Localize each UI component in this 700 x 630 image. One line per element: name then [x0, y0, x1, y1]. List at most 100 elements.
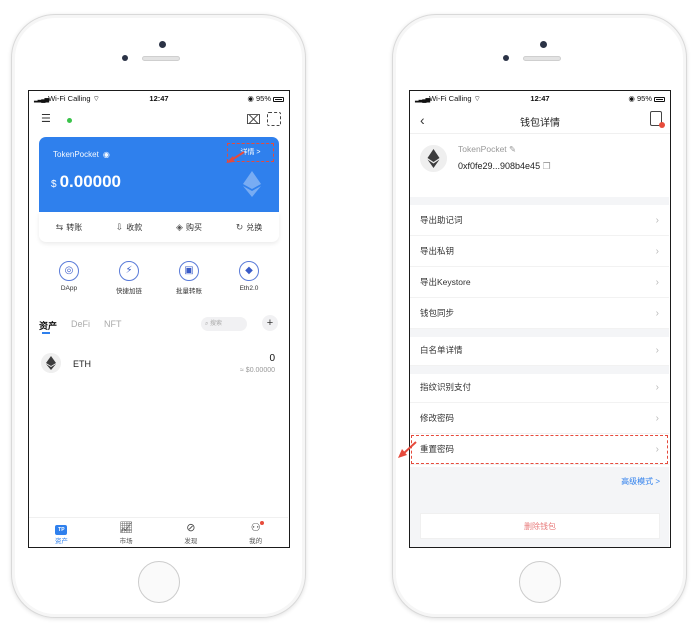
tab-nft[interactable]: NFT: [104, 319, 122, 329]
menu-label: 导出助记词: [420, 215, 463, 225]
address-text: 0xf0fe29...908b4e45: [458, 161, 541, 171]
nav-profile[interactable]: ⚇ 我的: [223, 518, 288, 547]
tab-assets[interactable]: 资产: [39, 319, 57, 334]
tab-defi[interactable]: DeFi: [71, 319, 90, 329]
chevron-right-icon: ›: [655, 345, 659, 356]
menu-group-export: 导出助记词 › 导出私钥 › 导出Keystore › 钱包同步 ›: [410, 205, 669, 329]
menu-whitelist-details[interactable]: 白名单详情 ›: [410, 335, 669, 366]
currency-symbol: $: [51, 179, 57, 190]
balance-value: 0.00000: [59, 172, 122, 191]
earpiece-speaker: [523, 56, 561, 61]
eye-icon[interactable]: ◉: [103, 150, 110, 159]
asset-symbol: ETH: [73, 359, 91, 369]
copy-icon[interactable]: ❐: [543, 161, 551, 171]
home-button[interactable]: [138, 561, 180, 603]
transfer-label: 转账: [66, 223, 83, 232]
chevron-right-icon: ›: [655, 382, 659, 393]
delete-wallet-button[interactable]: 删除钱包: [420, 513, 660, 539]
phone-right: ▂▃▄▅ Wi-Fi Calling ⌔ 12:47 ◉ 95% ‹ 钱包详情 …: [392, 14, 687, 618]
battery-icon: [654, 96, 665, 102]
compass-icon: ◎: [59, 261, 79, 281]
nav-label: 资产: [54, 538, 68, 545]
nav-label: 发现: [184, 538, 198, 545]
document-icon[interactable]: [650, 111, 665, 128]
menu-export-private-key[interactable]: 导出私钥 ›: [410, 236, 669, 267]
wallet-name[interactable]: TokenPocket ✎: [458, 144, 516, 155]
menu-export-mnemonic[interactable]: 导出助记词 ›: [410, 205, 669, 236]
nav-label: 我的: [249, 538, 263, 545]
wallet-card[interactable]: TokenPocket ◉ $0.00000 详情 >: [39, 137, 279, 212]
asset-row-eth[interactable]: ETH 0 ≈ $0.00000: [39, 351, 279, 381]
status-bar: ▂▃▄▅ Wi-Fi Calling ⌔ 12:47 ◉ 95%: [29, 91, 289, 106]
transfer-button[interactable]: ⇆ 转账: [39, 212, 99, 242]
search-placeholder: 搜索: [210, 321, 223, 327]
menu-group-whitelist: 白名单详情 ›: [410, 335, 669, 366]
camera-icon[interactable]: ⌧: [246, 112, 261, 128]
wallet-header: TokenPocket ✎ 0xf0fe29...908b4e45 ❐: [410, 135, 669, 185]
transfer-icon: ⇆: [55, 222, 64, 232]
ethereum-icon: [420, 145, 447, 172]
shortcut-dapp[interactable]: ◎ DApp: [39, 261, 99, 295]
discover-icon: ⊘: [186, 522, 196, 534]
menu-group-security: 指纹识别支付 › 修改密码 › 重置密码 ›: [410, 372, 669, 465]
battery-indicator: ◉ 95%: [247, 94, 284, 103]
battery-indicator: ◉ 95%: [628, 94, 665, 103]
market-icon: 📈︎: [119, 522, 134, 534]
chevron-right-icon: ›: [655, 277, 659, 288]
network-status-dot: [67, 118, 72, 123]
proximity-sensor: [503, 55, 509, 61]
chevron-right-icon: ›: [655, 413, 659, 424]
eth2-icon: ◆: [239, 261, 259, 281]
menu-wallet-sync[interactable]: 钱包同步 ›: [410, 298, 669, 329]
nav-discover[interactable]: ⊘ 发现: [159, 518, 224, 547]
front-camera: [540, 41, 547, 48]
chevron-right-icon: ›: [655, 215, 659, 226]
menu-label: 导出Keystore: [420, 277, 471, 287]
page-title: 钱包详情: [520, 118, 560, 129]
wallet-address[interactable]: 0xf0fe29...908b4e45 ❐: [458, 161, 551, 172]
battery-icon: [273, 96, 284, 102]
wallet-detail-screen: ▂▃▄▅ Wi-Fi Calling ⌔ 12:47 ◉ 95% ‹ 钱包详情 …: [409, 90, 671, 548]
menu-label: 重置密码: [420, 444, 455, 454]
menu-change-password[interactable]: 修改密码 ›: [410, 403, 669, 434]
buy-icon: ◈: [176, 222, 183, 232]
shortcut-label: DApp: [60, 285, 78, 292]
receive-button[interactable]: ⇩ 收款: [99, 212, 159, 242]
detail-topbar: ‹ 钱包详情: [410, 106, 670, 134]
shortcut-label: 快捷加链: [116, 288, 142, 295]
wallet-name-text: TokenPocket: [53, 150, 99, 159]
edit-icon[interactable]: ✎: [509, 144, 516, 154]
shortcut-batch-transfer[interactable]: ▣ 批量转账: [159, 261, 219, 295]
earpiece-speaker: [142, 56, 180, 61]
nav-assets[interactable]: TP 资产: [29, 518, 94, 547]
shortcut-label: 批量转账: [176, 288, 202, 295]
home-button[interactable]: [519, 561, 561, 603]
nav-market[interactable]: 📈︎ 市场: [94, 518, 159, 547]
add-asset-button[interactable]: +: [262, 315, 278, 331]
menu-fingerprint-payment[interactable]: 指纹识别支付 ›: [410, 372, 669, 403]
ethereum-watermark-icon: [243, 171, 261, 197]
exchange-icon: ↻: [235, 222, 244, 232]
section-divider: [410, 197, 669, 205]
wallet-actions: ⇆ 转账 ⇩ 收款 ◈ 购买 ↻ 兑换: [39, 212, 279, 242]
chevron-right-icon: ›: [655, 444, 659, 455]
ethereum-icon: [41, 353, 61, 373]
menu-export-keystore[interactable]: 导出Keystore ›: [410, 267, 669, 298]
shortcut-add-chain[interactable]: ⚡ 快捷加链: [99, 261, 159, 295]
buy-button[interactable]: ◈ 购买: [159, 212, 219, 242]
menu-icon[interactable]: ☰: [41, 114, 53, 125]
exchange-label: 兑换: [246, 223, 263, 232]
annotation-arrow-icon: [226, 151, 245, 163]
stage: ▂▃▄▅ Wi-Fi Calling ⌔ 12:47 ◉ 95% ☰ ⌧ Tok…: [0, 0, 700, 630]
scan-icon[interactable]: [267, 112, 281, 126]
battery-percent: 95%: [636, 94, 652, 103]
front-camera: [159, 41, 166, 48]
menu-reset-password[interactable]: 重置密码 ›: [410, 434, 669, 465]
wallet-name-text: TokenPocket: [458, 144, 507, 154]
exchange-button[interactable]: ↻ 兑换: [219, 212, 279, 242]
asset-search-input[interactable]: ⌕ 搜索: [201, 317, 247, 331]
advanced-mode-link[interactable]: 高级模式 >: [621, 476, 660, 487]
shortcut-eth2[interactable]: ◆ Eth2.0: [219, 261, 279, 295]
wallet-balance: $0.00000: [51, 172, 121, 192]
batch-icon: ▣: [179, 261, 199, 281]
